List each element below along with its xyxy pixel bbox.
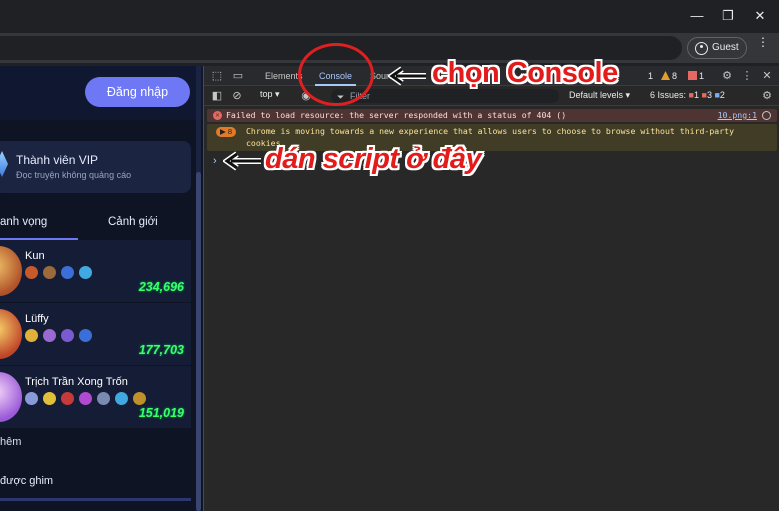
more-options-icon[interactable]: ⋮ <box>740 69 754 83</box>
clear-console-icon[interactable]: ⊘ <box>230 89 244 103</box>
minimize-button[interactable]: — <box>685 6 709 26</box>
ranking-row[interactable]: Kun 234,696 <box>0 240 191 303</box>
site-scrollbar[interactable] <box>196 66 201 511</box>
vip-gem-icon <box>0 151 8 177</box>
profile-icon <box>695 42 708 55</box>
ranking-row[interactable]: Trịch Trần Xong Trốn 151,019 <box>0 366 191 429</box>
error-text: Failed to load resource: the server resp… <box>226 110 567 120</box>
ranking-row[interactable]: Lüffy 177,703 <box>0 303 191 366</box>
annotation-choose-console: chọn Console <box>432 57 618 89</box>
login-button[interactable]: Đăng nhập <box>85 77 190 107</box>
badge-icon <box>43 392 56 405</box>
browser-toolbar: Guest ⋮ <box>0 33 779 63</box>
badge-icon <box>61 266 74 279</box>
badge-icon <box>79 392 92 405</box>
close-devtools-icon[interactable]: ✕ <box>760 69 774 83</box>
badge-icon <box>97 392 110 405</box>
settings-gear-icon[interactable]: ⚙ <box>720 69 734 83</box>
avatar <box>0 372 22 422</box>
site-scrollbar-thumb[interactable] <box>196 172 201 511</box>
arrow-to-console-icon <box>388 66 426 86</box>
message-count[interactable]: 1 <box>688 70 704 82</box>
badge-icon <box>79 266 92 279</box>
error-icon: ✕ <box>213 111 222 120</box>
badge-icon <box>25 392 38 405</box>
close-button[interactable]: ✕ <box>748 6 772 26</box>
ranking-score: 177,703 <box>138 343 184 357</box>
vip-subtitle: Đọc truyện không quảng cáo <box>16 170 132 180</box>
ranking-score: 151,019 <box>138 406 184 420</box>
tab-realm[interactable]: Cảnh giới <box>108 216 158 228</box>
error-source-link[interactable]: 10.png:1 <box>718 109 757 122</box>
arrow-to-prompt-icon <box>223 151 261 171</box>
issues-warnings: 3 <box>706 90 712 100</box>
restore-button[interactable]: ❐ <box>716 6 740 26</box>
ranking-name: Kun <box>25 250 45 262</box>
sidebar-toggle-icon[interactable]: ◧ <box>210 89 224 103</box>
website-panel: Đăng nhập Thành viên VIP Đọc truyện khôn… <box>0 66 203 511</box>
profile-label: Guest <box>712 42 739 53</box>
issues-label: 6 Issues: <box>650 90 687 100</box>
badge-icon <box>25 266 38 279</box>
warning-group-count[interactable]: ▶ 8 <box>216 127 237 137</box>
issues-counter[interactable]: 6 Issues: ■1 ■3 ■2 <box>650 90 725 100</box>
badge-icon <box>115 392 128 405</box>
tab-ranking[interactable]: anh vọng <box>0 214 78 240</box>
badge-icon <box>133 392 146 405</box>
badge-icon <box>43 266 56 279</box>
avatar <box>0 309 22 359</box>
ranking-name: Trịch Trần Xong Trốn <box>25 376 128 388</box>
badge-icon <box>79 329 92 342</box>
ranking-name: Lüffy <box>25 313 49 325</box>
pinned-section-title: được ghim <box>0 475 54 487</box>
badge-icon <box>43 329 56 342</box>
badge-list <box>25 329 92 343</box>
warning-count[interactable]: 8 <box>661 70 677 82</box>
log-levels-dropdown[interactable]: Default levels ▾ <box>569 90 630 101</box>
device-toolbar-icon[interactable]: ▭ <box>231 69 245 83</box>
vip-card[interactable]: Thành viên VIP Đọc truyện không quảng cá… <box>0 141 191 193</box>
devtools-panel: ⬚ ▭ Elements Console Sources 1 8 1 ⚙ ⋮ ✕… <box>203 66 779 511</box>
browser-menu-icon[interactable]: ⋮ <box>757 36 769 48</box>
issues-errors: 1 <box>693 90 699 100</box>
pinned-divider <box>0 498 191 501</box>
console-prompt-chevron-icon[interactable]: › <box>213 155 217 167</box>
tab-elements[interactable]: Elements <box>265 66 303 86</box>
see-more-link[interactable]: hêm <box>0 436 21 448</box>
issues-info: 2 <box>719 90 725 100</box>
error-count[interactable]: 1 <box>648 70 653 82</box>
console-tab-highlight-circle <box>298 43 374 106</box>
source-info-icon <box>762 111 771 120</box>
site-header: Đăng nhập <box>0 66 203 120</box>
badge-list <box>25 266 92 280</box>
badge-icon <box>25 329 38 342</box>
inspect-element-icon[interactable]: ⬚ <box>210 69 224 83</box>
guest-profile-button[interactable]: Guest <box>687 37 747 59</box>
browser-title-bar: — ❐ ✕ <box>0 0 779 33</box>
context-selector[interactable]: top ▾ <box>260 89 280 100</box>
vip-title: Thành viên VIP <box>16 153 99 167</box>
console-error-message: ✕ Failed to load resource: the server re… <box>207 109 777 122</box>
avatar <box>0 246 22 296</box>
badge-icon <box>61 392 74 405</box>
console-settings-gear-icon[interactable]: ⚙ <box>760 89 774 103</box>
message-icon <box>688 71 697 80</box>
badge-list <box>25 392 146 406</box>
ranking-score: 234,696 <box>138 280 184 294</box>
badge-icon <box>61 329 74 342</box>
annotation-paste-script: dán script ở đây <box>265 143 482 175</box>
warning-icon <box>661 71 670 80</box>
screenshot-root: — ❐ ✕ Guest ⋮ Đăng nhập Thành viên VIP Đ… <box>0 0 779 511</box>
